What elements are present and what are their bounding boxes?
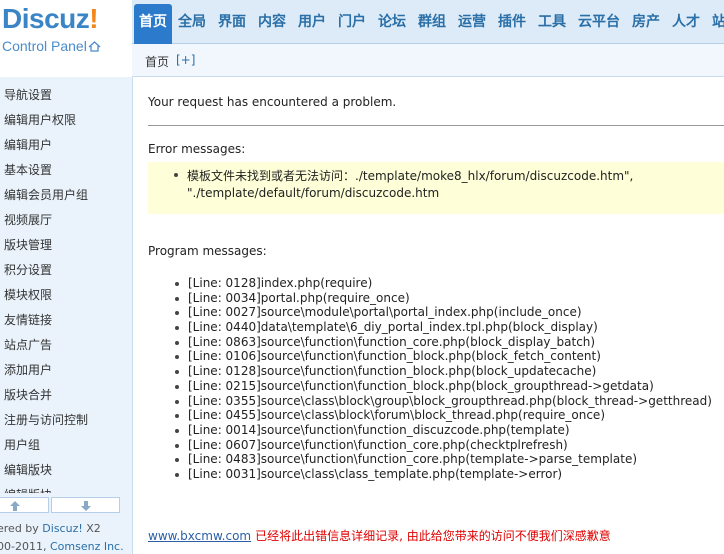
- bullet-icon: [175, 370, 179, 375]
- sidebar-item-edit-forum[interactable]: 编辑版块: [4, 458, 52, 483]
- logo-subtitle: Control Panel: [2, 38, 101, 54]
- tab-home[interactable]: 首页: [134, 4, 172, 44]
- bullet-icon: [175, 296, 179, 301]
- tab-groups[interactable]: 群组: [414, 7, 450, 37]
- error-line-2: "./template/default/forum/discuzcode.htm: [187, 186, 440, 200]
- stack-line: [Line: 0034]portal.php(require_once): [188, 290, 410, 305]
- stack-line: [Line: 0355]source\class\block\group\blo…: [188, 393, 712, 408]
- tab-cloud[interactable]: 云平台: [574, 7, 624, 37]
- sidebar-item-user-groups[interactable]: 用户组: [4, 433, 40, 458]
- sidebar-item-edit-user[interactable]: 编辑用户: [4, 133, 52, 158]
- error-line-1: 模板文件未找到或者无法访问：./template/moke8_hlx/forum…: [187, 169, 634, 183]
- sidebar-item-register-access[interactable]: 注册与访问控制: [4, 408, 88, 433]
- sidebar: 导航设置 编辑用户权限 编辑用户 基本设置 编辑会员用户组 视频展厅 版块管理 …: [0, 77, 133, 493]
- sidebar-item-video-gallery[interactable]: 视频展厅: [4, 208, 52, 233]
- apology-text: 已经将此出错信息详细记录, 由此给您带来的访问不便我们深感歉意: [255, 529, 611, 543]
- tab-site[interactable]: 站: [708, 7, 724, 37]
- scroll-down-button[interactable]: [51, 497, 120, 513]
- tab-realestate[interactable]: 房产: [628, 7, 664, 37]
- sidebar-item-basic-settings[interactable]: 基本设置: [4, 158, 52, 183]
- stack-line: [Line: 0863]source\function\function_cor…: [188, 334, 596, 349]
- error-messages-heading: Error messages:: [148, 142, 246, 156]
- stack-line: [Line: 0440]data\template\6_diy_portal_i…: [188, 320, 598, 335]
- sidebar-item-edit-forum-2[interactable]: 编辑版块: [4, 483, 52, 493]
- bullet-icon: [175, 355, 179, 360]
- sidebar-item-site-ads[interactable]: 站点广告: [4, 333, 52, 358]
- bullet-icon: [175, 384, 179, 389]
- site-link[interactable]: www.bxcmw.com: [148, 529, 251, 543]
- breadcrumb[interactable]: 首页: [145, 53, 169, 70]
- powered-text: ered by: [0, 522, 43, 535]
- bullet-icon: [174, 173, 178, 177]
- bullet-icon: [175, 282, 179, 286]
- stack-line: [Line: 0014]source\function\function_dis…: [188, 422, 570, 437]
- bullet-icon: [175, 443, 179, 448]
- sidebar-item-edit-user-perms[interactable]: 编辑用户权限: [4, 108, 76, 133]
- stack-line: [Line: 0106]source\function\function_blo…: [188, 349, 601, 364]
- tab-tools[interactable]: 工具: [534, 7, 570, 37]
- copyright-text: 00-2011,: [0, 540, 50, 553]
- stack-line: [Line: 0455]source\class\block\forum\blo…: [188, 408, 605, 423]
- tab-plugins[interactable]: 插件: [494, 7, 530, 37]
- stack-line: [Line: 0128]index.php(require): [188, 276, 373, 290]
- sidebar-scroll-controls: [0, 493, 133, 517]
- comsenz-link[interactable]: Comsenz Inc.: [50, 540, 124, 553]
- stack-line: [Line: 0031]source\class\class_template.…: [188, 466, 563, 481]
- arrow-down-icon: [80, 501, 91, 511]
- error-message-box: 模板文件未找到或者无法访问：./template/moke8_hlx/forum…: [148, 162, 724, 214]
- home-icon: [88, 41, 101, 52]
- sidebar-item-add-user[interactable]: 添加用户: [4, 358, 52, 383]
- sidebar-item-module-perms[interactable]: 模块权限: [4, 283, 52, 308]
- bullet-icon: [175, 326, 179, 331]
- sidebar-item-forum-manage[interactable]: 版块管理: [4, 233, 52, 258]
- powered-by: ered by Discuz! X2 00-2011, Comsenz Inc.: [0, 517, 133, 554]
- divider: [148, 125, 724, 126]
- program-messages-heading: Program messages:: [148, 244, 267, 258]
- tab-talent[interactable]: 人才: [668, 7, 704, 37]
- bullet-icon: [175, 414, 179, 419]
- tab-content[interactable]: 内容: [254, 7, 290, 37]
- tab-operations[interactable]: 运营: [454, 7, 490, 37]
- stack-line: [Line: 0027]source\module\portal\portal_…: [188, 305, 582, 320]
- logo[interactable]: Discuz! Control Panel: [0, 0, 134, 60]
- top-nav: 首页 全局 界面 内容 用户 门户 论坛 群组 运营 插件 工具 云平台 房产 …: [132, 0, 724, 44]
- tab-users[interactable]: 用户: [294, 7, 330, 37]
- bullet-icon: [175, 428, 179, 433]
- tab-global[interactable]: 全局: [174, 7, 210, 37]
- sidebar-item-forum-merge[interactable]: 版块合并: [4, 383, 52, 408]
- scroll-up-button[interactable]: [0, 497, 49, 513]
- error-summary: Your request has encountered a problem.: [148, 95, 397, 109]
- sidebar-item-nav-settings[interactable]: 导航设置: [4, 83, 52, 108]
- bullet-icon: [175, 472, 179, 477]
- tab-forum[interactable]: 论坛: [374, 7, 410, 37]
- arrow-up-icon: [9, 501, 20, 511]
- sidebar-item-friend-links[interactable]: 友情链接: [4, 308, 52, 333]
- bullet-icon: [175, 399, 179, 404]
- stack-line: [Line: 0483]source\function\function_cor…: [188, 452, 638, 467]
- add-shortcut-button[interactable]: [+]: [176, 53, 195, 67]
- error-footer: www.bxcmw.com 已经将此出错信息详细记录, 由此给您带来的访问不便我们…: [148, 527, 611, 544]
- stack-line: [Line: 0215]source\function\function_blo…: [188, 378, 654, 393]
- stack-line: [Line: 0607]source\function\function_cor…: [188, 437, 568, 452]
- discuz-link[interactable]: Discuz!: [42, 522, 82, 535]
- tab-portal[interactable]: 门户: [334, 7, 370, 37]
- tab-interface[interactable]: 界面: [214, 7, 250, 37]
- stack-line: [Line: 0128]source\function\function_blo…: [188, 364, 597, 379]
- logo-brand: Discuz!: [2, 3, 99, 34]
- sidebar-item-credit-settings[interactable]: 积分设置: [4, 258, 52, 283]
- bullet-icon: [175, 458, 179, 463]
- bullet-icon: [175, 340, 179, 345]
- sub-bar: 首页 [+]: [132, 44, 724, 77]
- version-text: X2: [82, 522, 101, 535]
- bullet-icon: [175, 311, 179, 316]
- sidebar-item-edit-member-group[interactable]: 编辑会员用户组: [4, 183, 88, 208]
